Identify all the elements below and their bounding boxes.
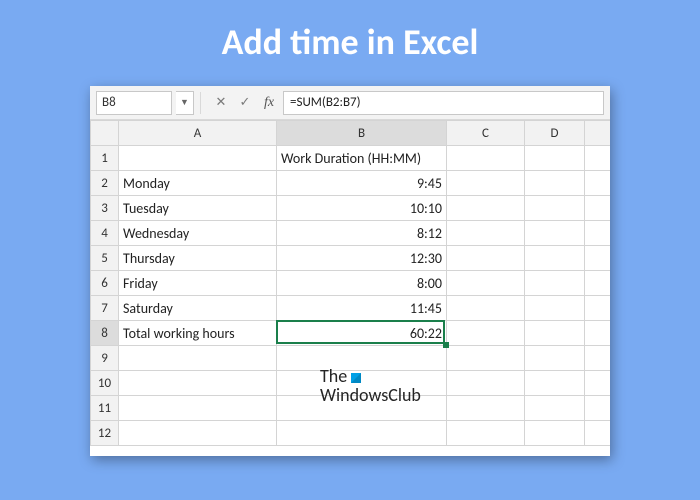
cell[interactable]	[277, 396, 447, 421]
cell[interactable]	[119, 346, 277, 371]
fx-icon[interactable]: fx	[259, 95, 279, 111]
formula-bar: B8 ▼ ✕ ✓ fx =SUM(B2:B7)	[90, 86, 610, 120]
cell[interactable]	[585, 296, 611, 321]
check-icon[interactable]: ✓	[235, 95, 255, 110]
cell[interactable]	[447, 171, 525, 196]
row-header[interactable]: 9	[91, 346, 119, 371]
cell[interactable]	[119, 146, 277, 171]
col-header-D[interactable]: D	[525, 121, 585, 146]
row-header[interactable]: 12	[91, 421, 119, 446]
cell[interactable]: 9:45	[277, 171, 447, 196]
cell[interactable]: Monday	[119, 171, 277, 196]
cell[interactable]: Thursday	[119, 246, 277, 271]
cell[interactable]	[585, 146, 611, 171]
row-header[interactable]: 8	[91, 321, 119, 346]
cell[interactable]	[525, 396, 585, 421]
cell[interactable]: 8:00	[277, 271, 447, 296]
cell[interactable]: Total working hours	[119, 321, 277, 346]
name-box-dropdown[interactable]: ▼	[176, 91, 194, 115]
cell[interactable]	[447, 221, 525, 246]
cell[interactable]	[447, 146, 525, 171]
row-header[interactable]: 1	[91, 146, 119, 171]
name-box[interactable]: B8	[96, 91, 172, 115]
cell[interactable]: Work Duration (HH:MM)	[277, 146, 447, 171]
row-header[interactable]: 5	[91, 246, 119, 271]
cell[interactable]	[447, 396, 525, 421]
col-header-E[interactable]	[585, 121, 611, 146]
cell[interactable]	[277, 421, 447, 446]
cell[interactable]	[585, 246, 611, 271]
cell[interactable]	[585, 346, 611, 371]
cell[interactable]	[525, 171, 585, 196]
cell[interactable]	[585, 421, 611, 446]
cell[interactable]	[447, 321, 525, 346]
cell[interactable]	[447, 371, 525, 396]
row-header[interactable]: 4	[91, 221, 119, 246]
cell[interactable]	[447, 296, 525, 321]
formula-input[interactable]: =SUM(B2:B7)	[283, 91, 604, 115]
cell[interactable]	[119, 396, 277, 421]
cell[interactable]	[447, 246, 525, 271]
cell[interactable]: 8:12	[277, 221, 447, 246]
cell[interactable]	[525, 271, 585, 296]
cell[interactable]	[525, 221, 585, 246]
cell[interactable]	[447, 421, 525, 446]
cell[interactable]: Tuesday	[119, 196, 277, 221]
cell[interactable]	[585, 196, 611, 221]
cell[interactable]: Saturday	[119, 296, 277, 321]
cell-selected[interactable]: 60:22	[277, 321, 447, 346]
banner-title: Add time in Excel	[222, 20, 479, 64]
cell[interactable]	[277, 371, 447, 396]
chevron-down-icon: ▼	[180, 97, 189, 108]
cell[interactable]	[525, 196, 585, 221]
cell[interactable]	[447, 346, 525, 371]
row-header[interactable]: 10	[91, 371, 119, 396]
cell[interactable]: 10:10	[277, 196, 447, 221]
col-header-B[interactable]: B	[277, 121, 447, 146]
row-header[interactable]: 6	[91, 271, 119, 296]
spreadsheet-grid[interactable]: A B C D 1 Work Duration (HH:MM) 2	[90, 120, 610, 456]
cell[interactable]	[525, 246, 585, 271]
cell[interactable]: Wednesday	[119, 221, 277, 246]
row-header[interactable]: 2	[91, 171, 119, 196]
cell[interactable]	[585, 371, 611, 396]
cell[interactable]: 11:45	[277, 296, 447, 321]
cell[interactable]	[525, 146, 585, 171]
cell[interactable]	[277, 346, 447, 371]
fill-handle[interactable]	[443, 342, 449, 348]
cell[interactable]: Friday	[119, 271, 277, 296]
cell[interactable]	[585, 221, 611, 246]
row-header[interactable]: 11	[91, 396, 119, 421]
cell[interactable]	[525, 321, 585, 346]
select-all-corner[interactable]	[91, 121, 119, 146]
cell[interactable]	[525, 346, 585, 371]
cell[interactable]	[119, 371, 277, 396]
cell[interactable]	[585, 271, 611, 296]
excel-window: B8 ▼ ✕ ✓ fx =SUM(B2:B7) A B C D	[90, 86, 610, 456]
cell[interactable]	[447, 196, 525, 221]
cell[interactable]	[447, 271, 525, 296]
col-header-A[interactable]: A	[119, 121, 277, 146]
cell[interactable]	[525, 371, 585, 396]
row-header[interactable]: 7	[91, 296, 119, 321]
cell[interactable]	[525, 421, 585, 446]
cell[interactable]: 12:30	[277, 246, 447, 271]
col-header-C[interactable]: C	[447, 121, 525, 146]
cell[interactable]	[119, 421, 277, 446]
row-header[interactable]: 3	[91, 196, 119, 221]
cell[interactable]	[585, 396, 611, 421]
cell[interactable]	[585, 321, 611, 346]
separator	[200, 92, 205, 114]
cancel-icon[interactable]: ✕	[211, 95, 231, 110]
cell[interactable]	[525, 296, 585, 321]
cell[interactable]	[585, 171, 611, 196]
